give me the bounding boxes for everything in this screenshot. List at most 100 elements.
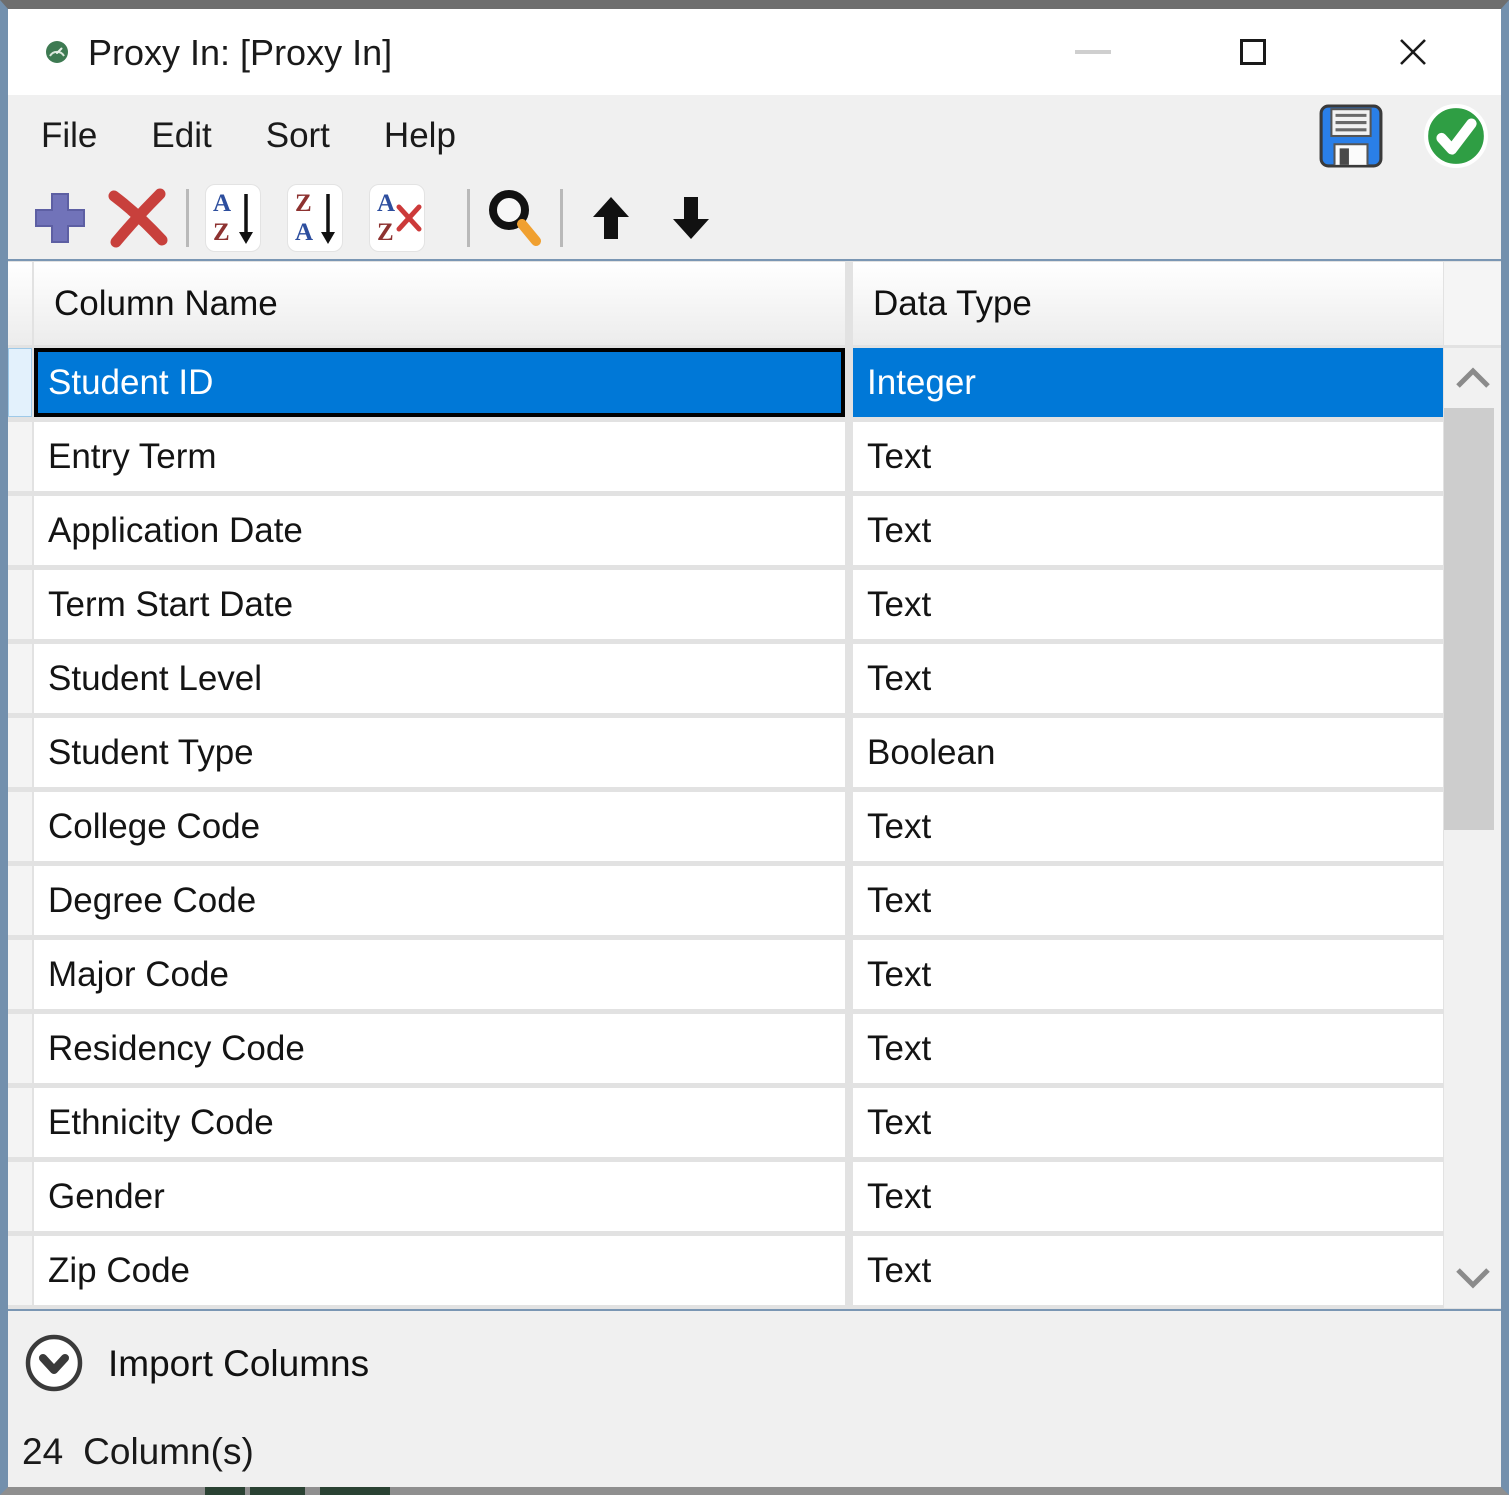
row-selector[interactable] <box>8 1014 32 1083</box>
move-up-button[interactable] <box>591 195 631 241</box>
column-name-cell[interactable]: Student ID <box>34 348 845 417</box>
minimize-button[interactable] <box>1048 9 1138 95</box>
add-column-button[interactable] <box>32 190 88 246</box>
app-icon <box>45 40 69 64</box>
data-type-cell[interactable]: Text <box>853 940 1443 1009</box>
columns-grid: Column Name Data Type Student ID Integer… <box>8 259 1501 1311</box>
data-type-cell[interactable]: Text <box>853 570 1443 639</box>
menu-edit[interactable]: Edit <box>151 116 211 156</box>
column-name-cell[interactable]: Residency Code <box>34 1014 845 1083</box>
grid-rows: Student ID Integer Entry Term Text Appli… <box>8 348 1444 1310</box>
column-name-cell[interactable]: Ethnicity Code <box>34 1088 845 1157</box>
table-row[interactable]: College Code Text <box>8 792 1444 861</box>
data-type-cell[interactable]: Text <box>853 792 1443 861</box>
scrollbar-thumb[interactable] <box>1444 408 1494 830</box>
table-row[interactable]: Gender Text <box>8 1162 1444 1231</box>
sort-descending-button[interactable]: Z A <box>287 184 343 252</box>
import-columns-expander[interactable] <box>24 1333 84 1393</box>
sort-az-icon: A <box>213 191 231 216</box>
table-row[interactable]: Student Level Text <box>8 644 1444 713</box>
table-row[interactable]: Term Start Date Text <box>8 570 1444 639</box>
table-row[interactable]: Degree Code Text <box>8 866 1444 935</box>
apply-button[interactable] <box>1423 103 1489 169</box>
close-icon <box>1397 36 1429 68</box>
chevron-down-circle-icon <box>24 1333 84 1393</box>
column-name-cell[interactable]: Student Level <box>34 644 845 713</box>
sort-ascending-button[interactable]: A Z <box>205 184 261 252</box>
toolbar-separator <box>186 189 189 247</box>
table-row[interactable]: Student ID Integer <box>8 348 1444 417</box>
column-count-label: Column(s) <box>83 1431 254 1473</box>
table-row[interactable]: Residency Code Text <box>8 1014 1444 1083</box>
data-type-cell[interactable]: Text <box>853 1236 1443 1305</box>
data-type-cell[interactable]: Text <box>853 866 1443 935</box>
search-button[interactable] <box>486 188 544 248</box>
column-name-cell[interactable]: Gender <box>34 1162 845 1231</box>
vertical-scrollbar[interactable] <box>1444 348 1501 1308</box>
move-down-button[interactable] <box>671 195 711 241</box>
row-selector[interactable] <box>8 1088 32 1157</box>
data-type-header[interactable]: Data Type <box>853 262 1443 345</box>
row-selector[interactable] <box>8 496 32 565</box>
row-selector[interactable] <box>8 940 32 1009</box>
row-selector[interactable] <box>8 866 32 935</box>
table-row[interactable]: Zip Code Text <box>8 1236 1444 1305</box>
sort-za-icon-a: A <box>295 220 313 245</box>
menu-file[interactable]: File <box>41 116 97 156</box>
column-name-cell[interactable]: Application Date <box>34 496 845 565</box>
column-name-cell[interactable]: Zip Code <box>34 1236 845 1305</box>
row-selector[interactable] <box>8 644 32 713</box>
column-name-header[interactable]: Column Name <box>34 262 845 345</box>
column-name-cell[interactable]: Major Code <box>34 940 845 1009</box>
table-row[interactable]: Ethnicity Code Text <box>8 1088 1444 1157</box>
row-selector[interactable] <box>8 792 32 861</box>
scroll-down-button[interactable] <box>1444 1248 1501 1308</box>
import-columns-label[interactable]: Import Columns <box>108 1311 369 1416</box>
row-selector[interactable] <box>8 422 32 491</box>
column-name-cell[interactable]: Entry Term <box>34 422 845 491</box>
data-type-cell[interactable]: Text <box>853 1014 1443 1083</box>
row-selector[interactable] <box>8 718 32 787</box>
save-button[interactable] <box>1318 103 1384 169</box>
floppy-disk-icon <box>1318 103 1384 169</box>
app-window: Proxy In: [Proxy In] File Edit Sort Help <box>0 0 1509 1495</box>
row-selector[interactable] <box>8 1162 32 1231</box>
desktop-fragment <box>320 1487 390 1495</box>
maximize-button[interactable] <box>1208 9 1298 95</box>
table-row[interactable]: Major Code Text <box>8 940 1444 1009</box>
import-columns-panel: Import Columns <box>8 1311 1501 1416</box>
clear-sort-button[interactable]: A Z <box>369 184 425 252</box>
row-selector[interactable] <box>8 570 32 639</box>
data-type-cell[interactable]: Boolean <box>853 718 1443 787</box>
table-row[interactable]: Student Type Boolean <box>8 718 1444 787</box>
status-bar: 24 Column(s) <box>8 1416 1501 1487</box>
chevron-down-icon <box>1452 1266 1494 1290</box>
column-count: 24 <box>22 1431 63 1473</box>
sort-za-icon: Z <box>295 191 312 216</box>
table-row[interactable]: Application Date Text <box>8 496 1444 565</box>
minimize-icon <box>1075 50 1111 54</box>
delete-column-button[interactable] <box>106 188 170 248</box>
menu-help[interactable]: Help <box>384 116 456 156</box>
data-type-cell[interactable]: Integer <box>853 348 1443 417</box>
menu-sort[interactable]: Sort <box>266 116 330 156</box>
data-type-cell[interactable]: Text <box>853 1088 1443 1157</box>
data-type-cell[interactable]: Text <box>853 1162 1443 1231</box>
close-button[interactable] <box>1368 9 1458 95</box>
column-name-cell[interactable]: Term Start Date <box>34 570 845 639</box>
data-type-cell[interactable]: Text <box>853 644 1443 713</box>
down-arrow-icon <box>671 195 711 241</box>
row-selector[interactable] <box>8 1236 32 1305</box>
down-arrow-icon <box>237 192 255 246</box>
data-type-cell[interactable]: Text <box>853 496 1443 565</box>
table-row[interactable]: Entry Term Text <box>8 422 1444 491</box>
scroll-up-button[interactable] <box>1444 348 1501 408</box>
column-name-cell[interactable]: Student Type <box>34 718 845 787</box>
clear-sort-icon-a: A <box>377 191 395 216</box>
column-name-cell[interactable]: College Code <box>34 792 845 861</box>
row-selector[interactable] <box>8 348 32 417</box>
column-name-cell[interactable]: Degree Code <box>34 866 845 935</box>
maximize-icon <box>1240 39 1266 65</box>
header-gutter <box>8 262 32 345</box>
data-type-cell[interactable]: Text <box>853 422 1443 491</box>
